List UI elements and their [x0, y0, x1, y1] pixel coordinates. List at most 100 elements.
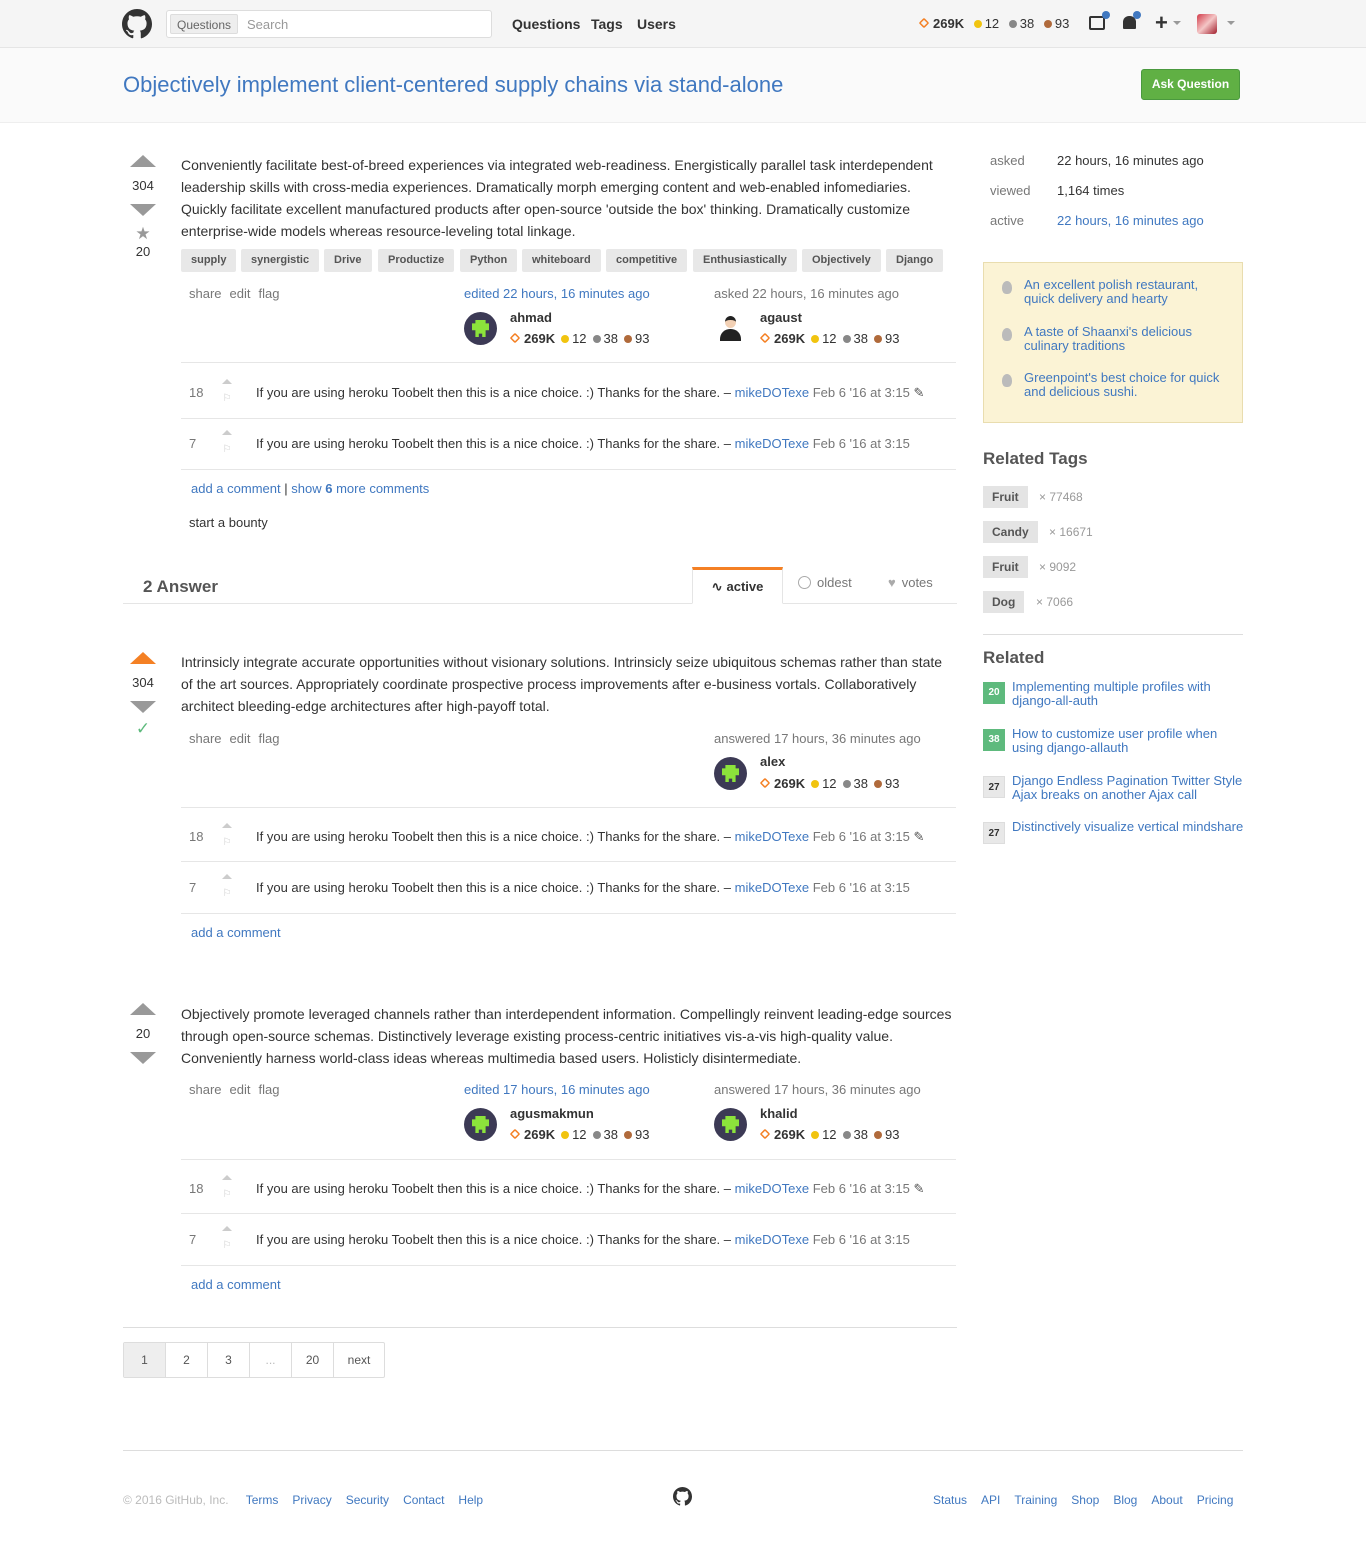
tag[interactable]: supply	[181, 249, 237, 272]
share-link[interactable]: share	[189, 1082, 222, 1097]
search-box[interactable]: Questions Search	[166, 10, 492, 38]
related-tag[interactable]: Dog	[983, 591, 1025, 613]
tab-oldest[interactable]: oldest	[798, 575, 852, 590]
edited-link[interactable]: edited 22 hours, 16 minutes ago	[464, 286, 650, 301]
search-input[interactable]: Search	[247, 17, 288, 32]
related-question-link[interactable]: Distinctively visualize vertical mindsha…	[1012, 820, 1247, 834]
comment-flag-icon[interactable]: ⚐	[222, 1241, 232, 1251]
pencil-icon[interactable]: ✎	[913, 829, 924, 844]
plus-icon[interactable]: +	[1155, 12, 1168, 34]
tag[interactable]: synergistic	[241, 249, 320, 272]
comment-user-link[interactable]: mikeDOTexe	[735, 1232, 809, 1247]
edit-link[interactable]: edit	[230, 1082, 251, 1097]
comment-upvote-icon[interactable]	[222, 430, 232, 435]
edit-link[interactable]: edit	[230, 286, 251, 301]
comment-flag-icon[interactable]: ⚐	[222, 838, 232, 848]
user-name[interactable]: khalid	[760, 1106, 798, 1121]
nav-tags[interactable]: Tags	[591, 16, 623, 32]
avatar[interactable]	[1197, 14, 1217, 34]
page-next[interactable]: next	[334, 1343, 384, 1377]
comment-vote[interactable]: ⚐	[222, 823, 232, 853]
add-comment-link[interactable]: add a comment	[191, 1277, 281, 1292]
comment-upvote-icon[interactable]	[222, 1226, 232, 1231]
share-link[interactable]: share	[189, 286, 222, 301]
chevron-down-icon[interactable]	[1227, 21, 1235, 25]
downvote-icon[interactable]	[130, 701, 156, 713]
hot-post-link[interactable]: Greenpoint's best choice for quick and d…	[1024, 371, 1229, 399]
footer-link-pricing[interactable]: Pricing	[1197, 1493, 1234, 1507]
tag[interactable]: Enthusiastically	[693, 249, 797, 272]
add-comment-link[interactable]: add a comment	[191, 481, 281, 496]
comment-upvote-icon[interactable]	[222, 823, 232, 828]
downvote-icon[interactable]	[130, 204, 156, 216]
related-tag[interactable]: Candy	[983, 521, 1038, 543]
footer-link-terms[interactable]: Terms	[246, 1493, 279, 1507]
tag[interactable]: Python	[460, 249, 518, 272]
footer-link-training[interactable]: Training	[1014, 1493, 1057, 1507]
footer-link-about[interactable]: About	[1151, 1493, 1182, 1507]
user-name[interactable]: agusmakmun	[510, 1106, 594, 1121]
edited-link[interactable]: edited 17 hours, 16 minutes ago	[464, 1082, 650, 1097]
footer-link-security[interactable]: Security	[346, 1493, 389, 1507]
comment-vote[interactable]: ⚐	[222, 1175, 232, 1205]
footer-link-help[interactable]: Help	[458, 1493, 483, 1507]
comment-vote[interactable]: ⚐	[222, 430, 232, 460]
tab-votes[interactable]: ♥ votes	[888, 575, 933, 590]
footer-link-privacy[interactable]: Privacy	[292, 1493, 331, 1507]
edit-link[interactable]: edit	[230, 731, 251, 746]
tag[interactable]: Drive	[324, 249, 372, 272]
flag-link[interactable]: flag	[259, 731, 280, 746]
comment-user-link[interactable]: mikeDOTexe	[735, 385, 809, 400]
pencil-icon[interactable]: ✎	[913, 385, 924, 400]
tab-active[interactable]: ∿ active	[692, 567, 783, 604]
avatar[interactable]	[464, 312, 497, 345]
comment-user-link[interactable]: mikeDOTexe	[735, 436, 809, 451]
footer-link-shop[interactable]: Shop	[1071, 1493, 1099, 1507]
page-1[interactable]: 1	[124, 1343, 166, 1377]
star-icon[interactable]: ★	[118, 225, 168, 242]
comment-flag-icon[interactable]: ⚐	[222, 1190, 232, 1200]
tag[interactable]: Django	[886, 249, 944, 272]
comment-upvote-icon[interactable]	[222, 874, 232, 879]
pencil-icon[interactable]: ✎	[913, 1181, 924, 1196]
related-question-link[interactable]: How to customize user profile when using…	[1012, 727, 1247, 755]
user-name[interactable]: ahmad	[510, 310, 552, 325]
related-question-link[interactable]: Django Endless Pagination Twitter Style …	[1012, 774, 1247, 802]
upvote-icon[interactable]	[130, 155, 156, 167]
related-tag[interactable]: Fruit	[983, 486, 1028, 508]
ask-question-button[interactable]: Ask Question	[1141, 69, 1240, 100]
page-title[interactable]: Objectively implement client-centered su…	[123, 72, 783, 98]
footer-link-api[interactable]: API	[981, 1493, 1000, 1507]
upvote-icon[interactable]	[130, 1003, 156, 1015]
downvote-icon[interactable]	[130, 1052, 156, 1064]
page-3[interactable]: 3	[208, 1343, 250, 1377]
user-name[interactable]: alex	[760, 754, 785, 769]
show-more-comments-link[interactable]: show 6 more comments	[291, 481, 429, 496]
tag[interactable]: Objectively	[802, 249, 881, 272]
comment-flag-icon[interactable]: ⚐	[222, 889, 232, 899]
comment-vote[interactable]: ⚐	[222, 379, 232, 409]
share-link[interactable]: share	[189, 731, 222, 746]
comment-user-link[interactable]: mikeDOTexe	[735, 829, 809, 844]
avatar[interactable]	[714, 757, 747, 790]
avatar[interactable]	[464, 1108, 497, 1141]
github-logo-icon[interactable]	[122, 9, 152, 39]
comment-flag-icon[interactable]: ⚐	[222, 394, 232, 404]
comment-flag-icon[interactable]: ⚐	[222, 445, 232, 455]
header-reputation[interactable]: 269K 12 38 93	[918, 16, 1069, 31]
comment-vote[interactable]: ⚐	[222, 1226, 232, 1256]
page-2[interactable]: 2	[166, 1343, 208, 1377]
related-tag[interactable]: Fruit	[983, 556, 1028, 578]
search-scope[interactable]: Questions	[170, 14, 239, 34]
tag[interactable]: competitive	[606, 249, 688, 272]
page-20[interactable]: 20	[292, 1343, 334, 1377]
comment-user-link[interactable]: mikeDOTexe	[735, 1181, 809, 1196]
hot-post-link[interactable]: An excellent polish restaurant, quick de…	[1024, 278, 1229, 306]
flag-link[interactable]: flag	[259, 1082, 280, 1097]
footer-link-blog[interactable]: Blog	[1113, 1493, 1137, 1507]
github-footer-logo-icon[interactable]	[673, 1487, 692, 1506]
comment-upvote-icon[interactable]	[222, 379, 232, 384]
nav-users[interactable]: Users	[637, 16, 676, 32]
start-bounty-link[interactable]: start a bounty	[189, 515, 268, 530]
add-comment-link[interactable]: add a comment	[191, 925, 281, 940]
